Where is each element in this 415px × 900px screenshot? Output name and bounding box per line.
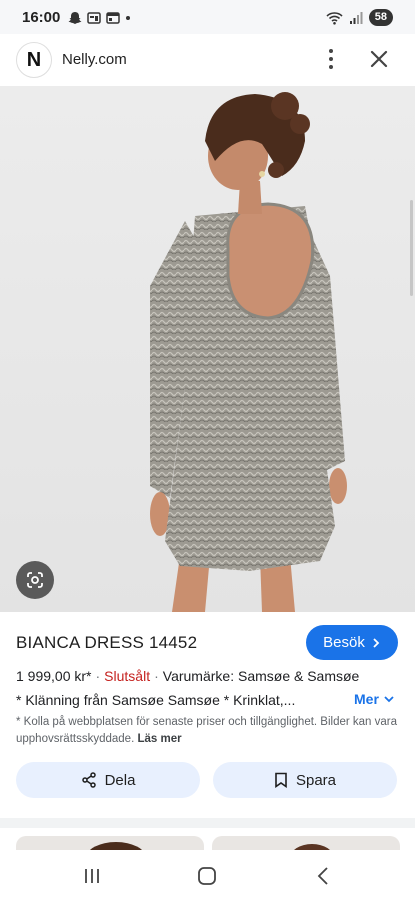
home-icon[interactable] [195, 864, 219, 888]
chevron-right-icon [373, 637, 380, 648]
signal-icon [349, 11, 363, 24]
share-label: Dela [104, 771, 136, 789]
close-icon[interactable] [366, 46, 392, 72]
system-nav-bar [0, 850, 415, 900]
product-meta: 1 999,00 kr* · Slutsålt · Varumärke: Samsøe … [16, 668, 360, 684]
calendar-icon [106, 12, 120, 24]
product-description: * Klänning från Samsøe Samsøe * Krinklat… [16, 692, 296, 708]
battery-level: 58 [368, 9, 393, 26]
lens-icon [27, 572, 43, 588]
status-time: 16:00 [22, 9, 61, 26]
share-icon [81, 772, 96, 788]
stock-status: Slutsålt [104, 668, 151, 684]
kebab-menu-icon[interactable] [320, 46, 342, 72]
site-name: Nelly.com [62, 51, 127, 68]
notification-icons [68, 11, 131, 25]
dot-icon [126, 16, 130, 20]
disclaimer: * Kolla på webbplatsen för senaste prise… [16, 714, 398, 748]
back-icon[interactable] [312, 864, 336, 888]
recents-icon[interactable] [80, 864, 104, 888]
share-button[interactable]: Dela [16, 762, 200, 798]
snapchat-icon [68, 12, 82, 24]
brand: Varumärke: Samsøe & Samsøe [162, 668, 360, 684]
save-button[interactable]: Spara [213, 762, 397, 798]
price: 1 999,00 kr* [16, 668, 92, 684]
wifi-icon [326, 11, 343, 25]
system-icons: 58 [326, 9, 393, 26]
scrollbar[interactable] [410, 200, 413, 296]
visit-button[interactable]: Besök [306, 625, 398, 660]
dress-photo-illustration [150, 92, 347, 612]
read-more-link[interactable]: Läs mer [137, 733, 181, 745]
visit-label: Besök [323, 634, 365, 651]
lens-button[interactable] [16, 561, 54, 599]
site-logo[interactable]: N [16, 42, 52, 78]
more-button[interactable]: Mer [354, 691, 395, 707]
product-title: BIANCA DRESS 14452 [16, 633, 198, 652]
site-header: N Nelly.com [0, 34, 415, 86]
save-label: Spara [295, 771, 337, 789]
chevron-down-icon [384, 696, 394, 703]
product-image[interactable] [0, 86, 415, 612]
section-divider [0, 818, 415, 828]
gallery-icon [87, 12, 101, 24]
status-bar: 16:00 58 [0, 0, 415, 34]
disclaimer-text: * Kolla på webbplatsen för senaste prise… [16, 716, 397, 745]
more-label: Mer [354, 691, 379, 707]
bookmark-icon [275, 772, 287, 788]
